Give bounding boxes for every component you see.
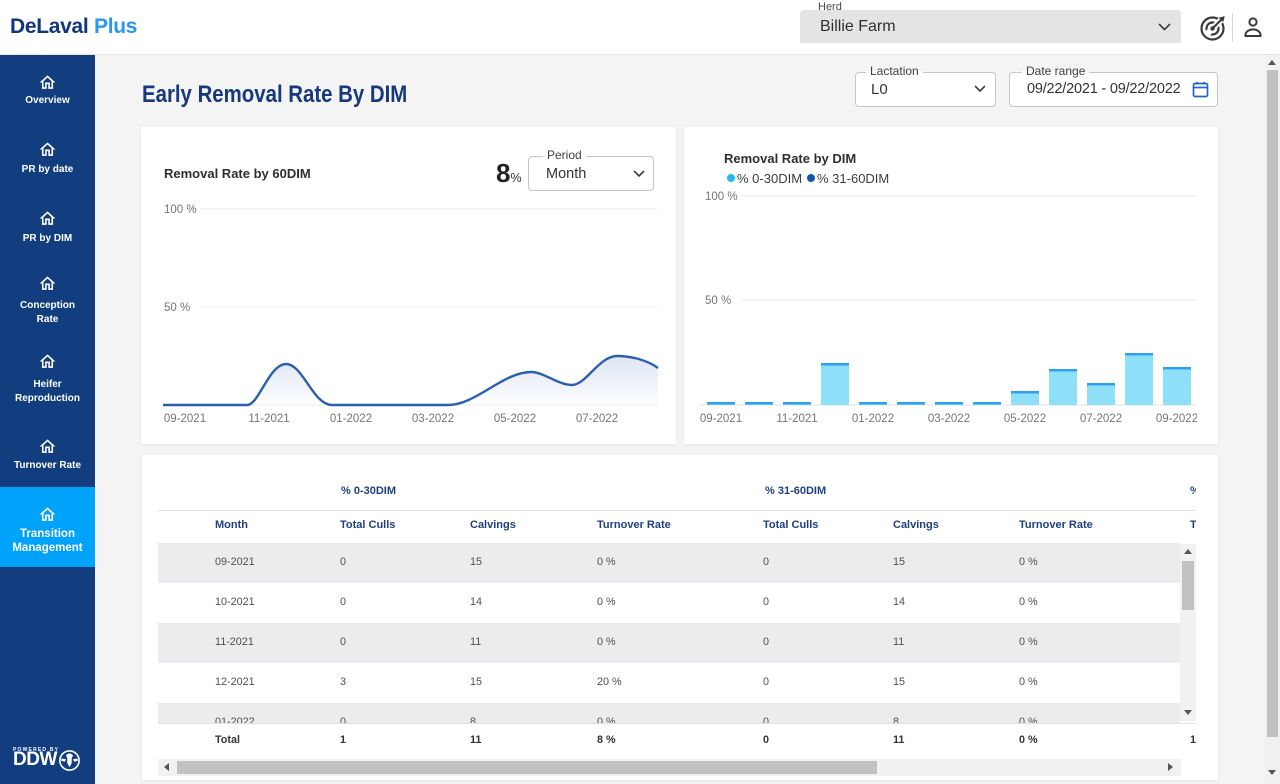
svg-text:09-2021: 09-2021 <box>164 413 206 425</box>
svg-text:03-2022: 03-2022 <box>412 413 454 425</box>
svg-text:07-2022: 07-2022 <box>576 413 618 425</box>
svg-text:100 %: 100 % <box>705 191 738 203</box>
svg-text:09-2021: 09-2021 <box>700 413 742 425</box>
svg-text:09-2022: 09-2022 <box>1156 413 1197 425</box>
svg-text:50 %: 50 % <box>705 295 731 307</box>
svg-text:03-2022: 03-2022 <box>928 413 970 425</box>
svg-text:100 %: 100 % <box>164 204 197 216</box>
svg-text:05-2022: 05-2022 <box>1004 413 1046 425</box>
svg-text:01-2022: 01-2022 <box>330 413 372 425</box>
svg-text:01-2022: 01-2022 <box>852 413 894 425</box>
svg-text:11-2021: 11-2021 <box>776 413 817 425</box>
svg-text:50 %: 50 % <box>164 302 190 314</box>
svg-text:07-2022: 07-2022 <box>1080 413 1122 425</box>
svg-text:05-2022: 05-2022 <box>494 413 536 425</box>
svg-text:11-2021: 11-2021 <box>248 413 289 425</box>
